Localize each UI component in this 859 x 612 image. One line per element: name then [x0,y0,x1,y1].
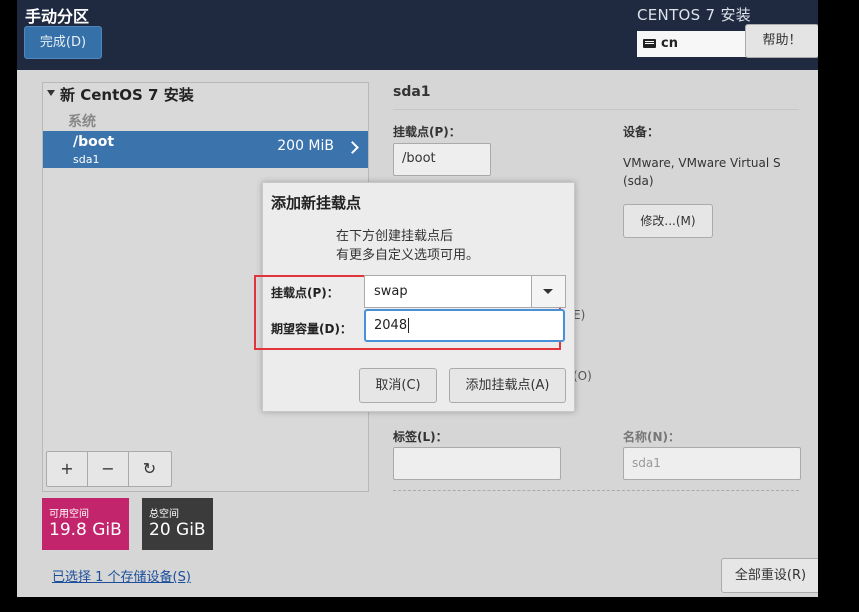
refresh-button[interactable]: ↻ [129,452,170,486]
mount-point-field[interactable]: /boot [393,143,491,176]
mount-point-row-boot[interactable]: /boot sda1 200 MiB [43,131,368,168]
cancel-button[interactable]: 取消(C) [359,368,437,403]
available-space-box: 可用空间 19.8 GiB [42,498,129,550]
available-space-value: 19.8 GiB [49,520,122,540]
add-mount-point-button[interactable]: 添加挂载点(A) [449,368,566,403]
dialog-title: 添加新挂载点 [271,194,362,212]
available-space-label: 可用空间 [49,509,89,520]
add-mount-point-button[interactable]: + [47,452,88,486]
text-cursor [408,318,410,333]
keyboard-layout-label: cn [661,36,678,51]
mount-point-device: sda1 [73,153,100,166]
screen-border [0,597,859,612]
mount-point-toolbar: + − ↻ [46,451,172,487]
keyboard-icon [643,39,656,48]
chevron-right-icon [346,141,359,154]
storage-devices-link[interactable]: 已选择 1 个存储设备(S) [52,566,191,585]
mount-point-label: 挂载点(P)： [393,125,461,139]
install-title: CENTOS 7 安装 [637,6,752,24]
tag-label: 标签(L)： [393,430,448,444]
mount-point-size: 200 MiB [277,138,334,154]
partial-label-o: (O) [573,369,592,383]
reset-all-button[interactable]: 全部重设(R) [721,558,818,593]
mount-point-value[interactable]: swap [374,276,408,307]
dialog-description-line1: 在下方创建挂载点后 [336,229,454,244]
total-space-label: 总空间 [149,509,179,520]
dialog-description-line2: 有更多自定义选项可用。 [336,248,480,263]
name-field[interactable]: sda1 [623,447,801,480]
device-value: VMware, VMware Virtual S (sda) [623,156,781,188]
device-label: 设备： [623,125,660,139]
mount-point-combobox[interactable]: swap [364,275,566,308]
help-button[interactable]: 帮助！ [745,24,818,58]
desired-capacity-label: 期望容量(D)： [271,322,352,336]
system-group-label: 系统 [68,114,96,130]
dashed-divider [393,490,799,491]
partition-title: sda1 [393,84,431,100]
total-space-box: 总空间 20 GiB [142,498,213,550]
chevron-down-icon [543,289,553,294]
expand-arrow-icon[interactable] [47,90,55,96]
header-bar: 手动分区 完成(D) CENTOS 7 安装 cn 帮助！ [17,0,818,70]
total-space-value: 20 GiB [149,520,206,540]
desired-capacity-value: 2048 [374,318,408,333]
done-button[interactable]: 完成(D) [24,26,102,59]
mount-point-name: /boot [73,134,115,150]
add-mount-point-dialog: 添加新挂载点 在下方创建挂载点后 有更多自定义选项可用。 挂载点(P)： swa… [254,182,575,412]
installation-tree-title[interactable]: 新 CentOS 7 安装 [60,84,194,105]
divider [393,109,799,110]
dropdown-button[interactable] [531,276,565,307]
tag-field[interactable] [393,447,561,480]
page-title: 手动分区 [25,7,90,26]
name-label: 名称(N)： [623,430,681,444]
modify-button[interactable]: 修改...(M) [623,204,713,238]
desired-capacity-input[interactable]: 2048 [364,309,565,342]
remove-mount-point-button[interactable]: − [88,452,129,486]
mount-point-label: 挂载点(P)： [271,286,339,300]
keyboard-layout-indicator[interactable]: cn [637,31,747,57]
